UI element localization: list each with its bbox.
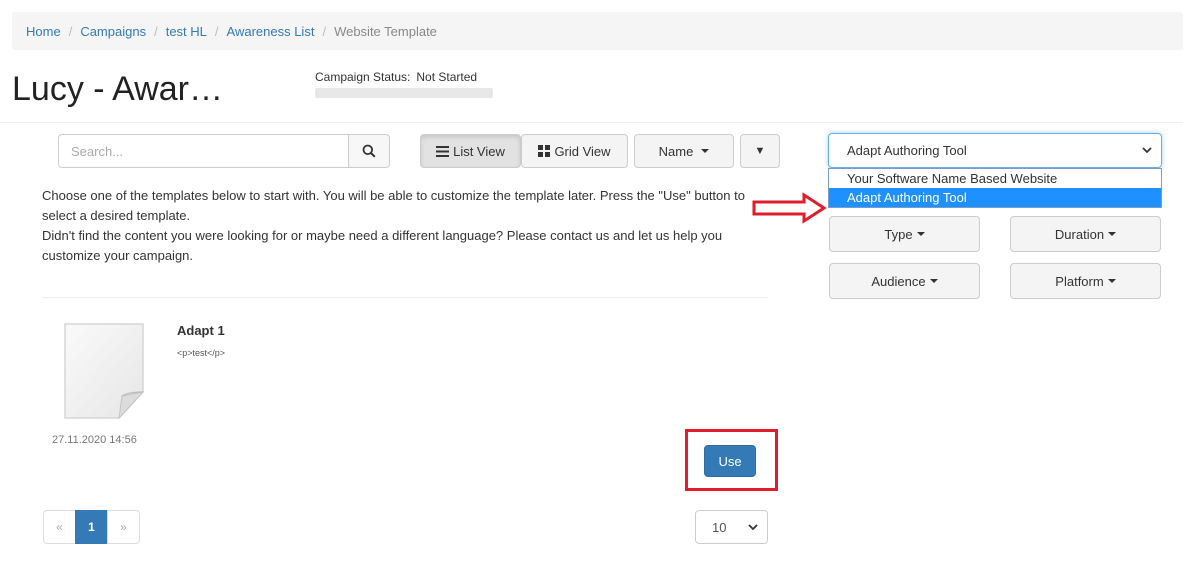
- search-button[interactable]: [348, 134, 390, 168]
- option-adapt-authoring-tool[interactable]: Adapt Authoring Tool: [829, 188, 1161, 207]
- caret-down-icon: [1107, 279, 1116, 283]
- pagination-prev[interactable]: «: [43, 510, 76, 544]
- grid-view-button[interactable]: Grid View: [521, 134, 628, 168]
- list-icon: [436, 145, 450, 157]
- per-page-value: 10: [712, 519, 727, 535]
- grid-icon: [538, 145, 551, 157]
- caret-down-icon: [916, 232, 925, 236]
- sort-direction-button[interactable]: ▼: [740, 134, 780, 168]
- template-title: Adapt 1: [177, 323, 225, 338]
- type-filter-label: Type: [884, 226, 913, 242]
- chevron-down-icon: [1142, 147, 1152, 154]
- intro-line-1: Choose one of the templates below to sta…: [42, 188, 745, 223]
- chevron-down-icon: [748, 524, 758, 531]
- type-filter-dropdown[interactable]: Type: [829, 216, 980, 252]
- breadcrumb-home[interactable]: Home: [26, 24, 61, 39]
- header-divider: [0, 122, 1183, 123]
- caret-down-icon: [701, 149, 710, 153]
- list-divider: [42, 297, 768, 298]
- breadcrumb-campaigns[interactable]: Campaigns: [80, 24, 146, 39]
- sort-name-dropdown[interactable]: Name: [634, 134, 734, 168]
- template-type-options: Your Software Name Based Website Adapt A…: [828, 168, 1162, 208]
- per-page-select[interactable]: 10: [695, 510, 768, 544]
- use-button[interactable]: Use: [704, 445, 756, 477]
- template-type-select[interactable]: Adapt Authoring Tool: [828, 133, 1162, 168]
- caret-down-icon: [929, 279, 938, 283]
- platform-filter-label: Platform: [1055, 273, 1104, 289]
- sort-name-label: Name: [658, 143, 694, 159]
- breadcrumb-test-hl[interactable]: test HL: [166, 24, 207, 39]
- campaign-status: Campaign Status: Not Started: [315, 70, 477, 84]
- grid-view-label: Grid View: [554, 143, 611, 159]
- duration-filter-dropdown[interactable]: Duration: [1010, 216, 1161, 252]
- campaign-status-label: Campaign Status:: [315, 70, 411, 84]
- breadcrumb-current: Website Template: [334, 23, 437, 39]
- campaign-progress-bar: [315, 88, 493, 98]
- right-arrow-icon: [752, 192, 827, 224]
- platform-filter-dropdown[interactable]: Platform: [1010, 263, 1161, 299]
- list-view-label: List View: [453, 143, 505, 159]
- breadcrumb-separator: /: [322, 23, 327, 39]
- search-group: [58, 134, 390, 168]
- page-title: Lucy - Awar…: [12, 70, 224, 108]
- intro-line-2: Didn't find the content you were looking…: [42, 228, 723, 263]
- search-icon: [362, 144, 376, 158]
- template-date: 27.11.2020 14:56: [52, 434, 137, 446]
- pagination-next[interactable]: »: [107, 510, 140, 544]
- pagination-page-1[interactable]: 1: [75, 510, 108, 544]
- breadcrumb-separator: /: [214, 23, 219, 39]
- audience-filter-label: Audience: [871, 273, 926, 289]
- search-input[interactable]: [58, 134, 348, 168]
- option-software-website[interactable]: Your Software Name Based Website: [829, 169, 1161, 188]
- duration-filter-label: Duration: [1054, 226, 1105, 242]
- pagination: « 1 »: [43, 510, 140, 544]
- template-description: <p>test</p>: [177, 348, 226, 358]
- intro-text: Choose one of the templates below to sta…: [42, 186, 777, 266]
- audience-filter-dropdown[interactable]: Audience: [829, 263, 980, 299]
- campaign-status-value: Not Started: [416, 70, 478, 84]
- caret-down-icon: [1108, 232, 1117, 236]
- breadcrumb: Home / Campaigns / test HL / Awareness L…: [12, 12, 1183, 50]
- list-view-button[interactable]: List View: [420, 134, 521, 168]
- breadcrumb-separator: /: [68, 23, 73, 39]
- document-icon: [64, 323, 145, 420]
- breadcrumb-awareness-list[interactable]: Awareness List: [227, 24, 315, 39]
- sort-direction-icon: ▼: [754, 145, 766, 157]
- template-type-selected: Adapt Authoring Tool: [847, 143, 967, 158]
- breadcrumb-separator: /: [154, 23, 158, 39]
